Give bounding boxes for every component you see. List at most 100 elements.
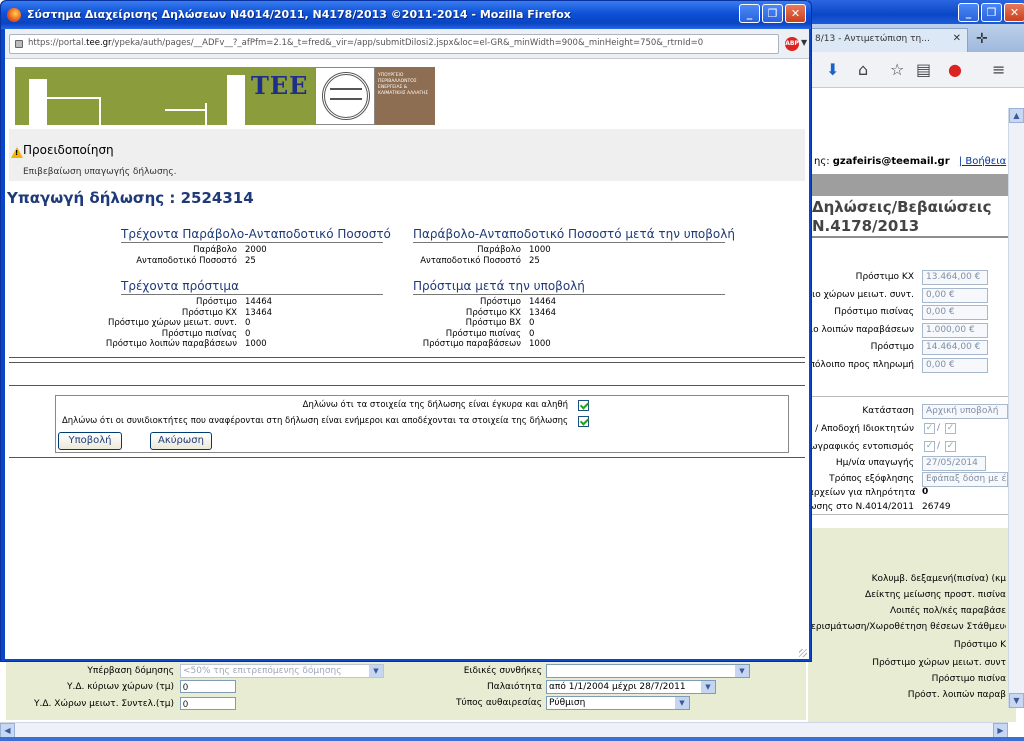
adblock-icon[interactable]: ABP	[785, 37, 799, 51]
bg-fine-field[interactable]: 0,00 €	[922, 305, 988, 320]
warning-panel: Προειδοποίηση Επιβεβαίωση υπαγωγής δήλωσ…	[9, 129, 805, 181]
special-select[interactable]: ▼	[546, 664, 750, 678]
building-shape	[165, 109, 205, 111]
resize-grip-icon[interactable]	[799, 649, 807, 657]
new-tab-icon[interactable]: ✛	[976, 31, 988, 47]
bg-form-label: Πρόστ. λοιπών παραβ	[907, 690, 1006, 700]
divider	[9, 385, 805, 386]
scroll-right-icon[interactable]: ▶	[993, 723, 1008, 738]
after-fines-row-label: Πρόστιμο	[480, 297, 521, 307]
confirm-valid-label: Δηλώνω ότι τα στοιχεία της δήλωσης είναι…	[302, 400, 568, 410]
minimize-button[interactable]: _	[958, 3, 979, 22]
vertical-scrollbar[interactable]: ▲ ▼	[1008, 108, 1024, 708]
current-fee-title: Τρέχοντα Παράβολο-Ανταποδοτικό Ποσοστό	[121, 227, 391, 243]
bg-fine-label: ιο λοιπών παραβάσεων	[810, 324, 914, 335]
after-fines-row-label: Πρόστιμο πισίνας	[445, 328, 521, 339]
building-shape	[47, 97, 99, 99]
url-prefix: https://portal.	[28, 38, 87, 48]
current-fines-row-label: Πρόστιμο ΚΧ	[181, 307, 237, 318]
url-path: /ypeka/auth/pages/__ADFv__?_afPfm=2.1&_t…	[111, 38, 704, 48]
scroll-down-icon[interactable]: ▼	[1009, 693, 1024, 708]
tab-close-icon[interactable]: ✕	[953, 33, 961, 44]
bg-fine-field[interactable]: 14.464,00 €	[922, 340, 988, 355]
payment-field[interactable]: Εφάπαξ δόση με έκ	[922, 472, 1008, 487]
building-shape	[205, 103, 207, 125]
type-label: Τύπος αυθαιρεσίας	[456, 698, 542, 708]
confirm-coowners-checkbox[interactable]	[578, 416, 589, 427]
bg-form-label: Δείκτης μείωσης προστ. πισίνα	[864, 590, 1006, 600]
popup-titlebar: Σύστημα Διαχείρισης Δηλώσεων Ν4014/2011,…	[1, 1, 811, 29]
bookmarks-list-icon[interactable]: ▤	[916, 60, 931, 79]
bg-fine-label: πόλοιπο προς πληρωμή	[809, 359, 915, 370]
date-field[interactable]: 27/05/2014	[922, 456, 986, 471]
confirm-row-1: Δηλώνω ότι τα στοιχεία της δήλωσης είναι…	[56, 398, 788, 414]
user-info: ης: gzafeiris@teemail.gr | Βοήθεια	[814, 156, 1006, 167]
help-link[interactable]: | Βοήθεια	[959, 156, 1006, 167]
confirm-coowners-label: Δηλώνω ότι οι συνιδιοκτήτες που αναφέρον…	[61, 416, 568, 426]
cancel-button[interactable]: Ακύρωση	[150, 432, 212, 450]
after-fee-row-label: Παράβολο	[477, 245, 521, 255]
emblem-wave	[330, 88, 362, 100]
payment-label: Τρόπος εξόφλησης	[829, 474, 914, 484]
url-field[interactable]: https://portal.tee.gr/ypeka/auth/pages/_…	[9, 34, 779, 54]
reduced-area-input[interactable]	[180, 697, 236, 710]
popup-maximize-button[interactable]: ❐	[762, 4, 783, 23]
bg-form-label: ιερισμάτωση/Χωροθέτηση θέσεων Στάθμευση	[808, 622, 1006, 632]
submit-button[interactable]: Υποβολή	[58, 432, 122, 450]
bg-fine-field[interactable]: 0,00 €	[922, 357, 988, 373]
popup-title: Σύστημα Διαχείρισης Δηλώσεων Ν4014/2011,…	[27, 8, 571, 21]
ownership-check-1[interactable]: ✓	[924, 423, 935, 434]
current-fines-row-label: Πρόστιμο πισίνας	[161, 328, 237, 339]
after-fee-row-value: 1000	[529, 245, 551, 255]
ownership-check-2[interactable]: ✓	[945, 423, 956, 434]
main-area-input[interactable]	[180, 680, 236, 693]
ministry-emblem	[315, 67, 375, 125]
current-fee-row-label: Παράβολο	[193, 245, 237, 255]
current-fines-title: Τρέχοντα πρόστιμα	[121, 279, 383, 295]
after-fines-row-value: 14464	[529, 297, 557, 307]
close-button[interactable]: ✕	[1004, 3, 1024, 22]
background-toolbar: ⬇ ⌂ ☆ ▤ ● ≡	[808, 52, 1024, 88]
scroll-up-icon[interactable]: ▲	[1009, 108, 1024, 123]
page-heading: Δηλώσεις/Βεβαιώσεις Ν.4178/2013	[812, 198, 992, 236]
tee-logo: ΤΕΕ	[251, 71, 309, 100]
download-icon[interactable]: ⬇	[826, 60, 839, 79]
popup-window: Σύστημα Διαχείρισης Δηλώσεων Ν4014/2011,…	[0, 0, 812, 662]
main-area-label: Υ.Δ. κύριων χώρων (τμ)	[67, 682, 174, 692]
current-fines-row-label: Πρόστιμο	[196, 297, 237, 307]
geo-check-2[interactable]: ✓	[945, 441, 956, 452]
bg-fine-field[interactable]: 0,00 €	[922, 287, 988, 303]
home-icon[interactable]: ⌂	[858, 60, 868, 79]
background-tab[interactable]: 8/13 - Αντιμετώπιση τη... ✕	[808, 28, 968, 52]
menu-icon[interactable]: ≡	[992, 60, 1005, 79]
n4014-value: 26749	[922, 502, 951, 512]
popup-minimize-button[interactable]: _	[739, 4, 760, 23]
chevron-down-icon[interactable]: ▼	[801, 38, 807, 47]
after-fines-row-value: 0	[529, 318, 535, 328]
adblock-icon[interactable]: ●	[948, 60, 962, 79]
scroll-left-icon[interactable]: ◀	[0, 723, 15, 738]
type-select[interactable]: Ρύθμιση ▼	[546, 696, 690, 710]
user-label: ης:	[814, 156, 830, 167]
chevron-down-icon: ▼	[735, 665, 749, 677]
chevron-down-icon: ▼	[701, 681, 715, 693]
divider	[9, 362, 805, 363]
status-field[interactable]: Αρχική υποβολή	[922, 404, 1008, 419]
header-band	[808, 174, 1008, 196]
maximize-button[interactable]: ❐	[981, 3, 1002, 22]
age-select[interactable]: από 1/1/2004 μέχρι 28/7/2011 ▼	[546, 680, 716, 694]
geo-label: ωγραφικός εντοπισμός	[810, 442, 914, 452]
chevron-down-icon: ▼	[675, 697, 689, 709]
after-fines-row-value: 13464	[529, 307, 557, 318]
confirm-valid-checkbox[interactable]	[578, 400, 589, 411]
horizontal-scrollbar[interactable]: ◀ ▶	[0, 722, 1008, 738]
popup-close-button[interactable]: ✕	[785, 4, 806, 23]
bookmark-star-icon[interactable]: ☆	[890, 60, 904, 79]
geo-check-1[interactable]: ✓	[924, 441, 935, 452]
bg-fine-field[interactable]: 1.000,00 €	[922, 322, 988, 338]
divider	[9, 457, 805, 458]
confirm-row-2: Δηλώνω ότι οι συνιδιοκτήτες που αναφέρον…	[56, 414, 788, 430]
bg-fine-label: Πρόστιμο ΚΧ	[855, 272, 914, 282]
over-build-select[interactable]: <50% της επιτρεπόμενης δόμησης ▼	[180, 664, 384, 678]
bg-fine-field[interactable]: 13.464,00 €	[922, 270, 988, 285]
